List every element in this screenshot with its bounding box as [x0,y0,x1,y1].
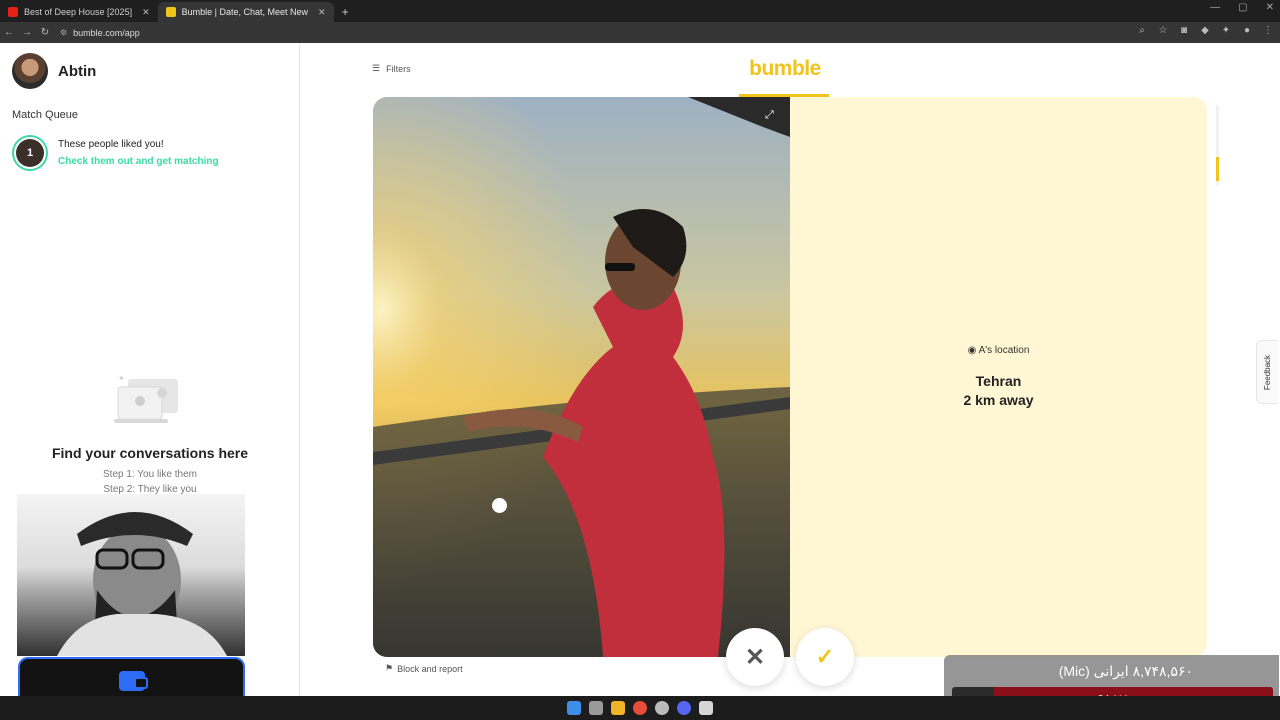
url-text: bumble.com/app [73,27,140,38]
block-report-label: Block and report [397,663,463,674]
filters-label: Filters [386,63,411,74]
tab-title: Bumble | Date, Chat, Meet New [181,7,309,17]
svg-text:✦: ✦ [118,374,125,383]
username: Abtin [58,62,97,80]
tab-title: Best of Deep House [2025] [24,7,133,17]
back-icon[interactable]: ← [0,27,18,38]
profile-card: ⤢ ◉ A's location Tehran 2 km away [373,97,1207,657]
feedback-tab[interactable]: Feedback [1256,340,1278,404]
webcam-person-icon [57,512,227,656]
step-1-text: Step 1: You like them [103,469,197,480]
bumble-logo: bumble [749,57,821,80]
location-label-text: A's location [978,345,1030,356]
wallet-icon [118,671,148,691]
location-label: ◉ A's location [790,345,1207,356]
menu-icon[interactable]: ⋮ [1262,25,1274,36]
browser-toolbar: ← → ↻ ⚙ bumble.com/app [0,22,1280,43]
close-icon: ✕ [744,643,766,671]
sidebar: Abtin Match Queue 1 These people liked y… [0,43,300,705]
obs-icon[interactable] [655,701,669,715]
extensions-puzzle-icon[interactable]: ✦ [1220,25,1232,36]
profile-info-panel: ◉ A's location Tehran 2 km away [790,97,1207,657]
window-controls: — ▢ ✕ [1210,2,1274,13]
sliders-icon: ☰ [372,63,381,73]
filters-button[interactable]: ☰ Filters [372,63,411,74]
location-pin-icon: ◉ [967,345,977,356]
address-bar[interactable]: ⚙ bumble.com/app [60,25,140,41]
feedback-label: Feedback [1263,354,1273,390]
beeline-item[interactable]: 1 These people liked you! Check them out… [12,135,219,171]
avatar[interactable] [12,53,48,89]
task-view-icon[interactable] [589,701,603,715]
profile-photo[interactable]: ⤢ [373,97,790,657]
location-distance: 2 km away [963,392,1034,408]
forward-icon[interactable]: → [18,27,36,38]
zoom-icon[interactable]: ⌕ [1136,25,1148,36]
extension-icons: ⌕ ☆ ◙ ◆ ✦ ● ⋮ [1136,25,1274,36]
new-tab-button[interactable]: + [334,2,357,22]
tab-bumble[interactable]: Bumble | Date, Chat, Meet New ✕ [157,2,334,22]
check-icon: ✓ [815,644,835,669]
pass-button[interactable]: ✕ [726,628,784,686]
match-count-badge[interactable]: 1 [12,135,48,171]
match-queue-title: Match Queue [12,109,79,121]
bumble-favicon-icon [165,7,176,17]
chrome-icon[interactable] [633,701,647,715]
extension-icon[interactable]: ◆ [1199,25,1211,36]
close-tab-icon[interactable]: ✕ [142,7,150,18]
windows-start-icon[interactable] [567,701,581,715]
profile-photo-image [373,97,790,657]
location-city: Tehran [975,373,1022,389]
bookmark-star-icon[interactable]: ☆ [1157,25,1169,36]
minimize-icon[interactable]: — [1210,2,1220,13]
file-explorer-icon[interactable] [611,701,625,715]
profile-icon[interactable]: ● [1241,25,1253,36]
block-report-link[interactable]: ⚑ Block and report [385,663,463,674]
discord-icon[interactable] [677,701,691,715]
close-tab-icon[interactable]: ✕ [318,7,326,18]
app-icon[interactable] [699,701,713,715]
match-count: 1 [16,139,44,167]
tab-youtube[interactable]: Best of Deep House [2025] ✕ [0,2,158,22]
extension-icon[interactable]: ◙ [1178,25,1190,36]
close-window-icon[interactable]: ✕ [1266,2,1274,13]
conversations-illustration-icon: ✦ [114,374,178,423]
like-button[interactable]: ✓ [796,628,854,686]
expand-icon[interactable]: ⤢ [765,109,774,122]
flag-icon: ⚑ [385,663,394,673]
maximize-icon[interactable]: ▢ [1238,2,1247,13]
conversations-title: Find your conversations here [51,445,249,461]
profile-header[interactable]: Abtin [12,53,96,89]
overlay-title: ۸,۷۴۸,۵۶۰ ایرانی (Mic) [1058,663,1193,679]
os-taskbar [0,696,1280,720]
photo-indicator-dot [492,498,507,513]
site-info-icon[interactable]: ⚙ [60,28,67,37]
check-them-out-link[interactable]: Check them out and get matching [58,156,219,167]
card-scrollbar-thumb[interactable] [1216,157,1219,181]
liked-you-text: These people liked you! [58,139,164,150]
webcam-overlay [17,494,245,656]
browser-tab-strip: Best of Deep House [2025] ✕ Bumble | Dat… [0,0,1280,22]
reload-icon[interactable]: ↻ [36,27,54,38]
youtube-icon [8,7,18,17]
